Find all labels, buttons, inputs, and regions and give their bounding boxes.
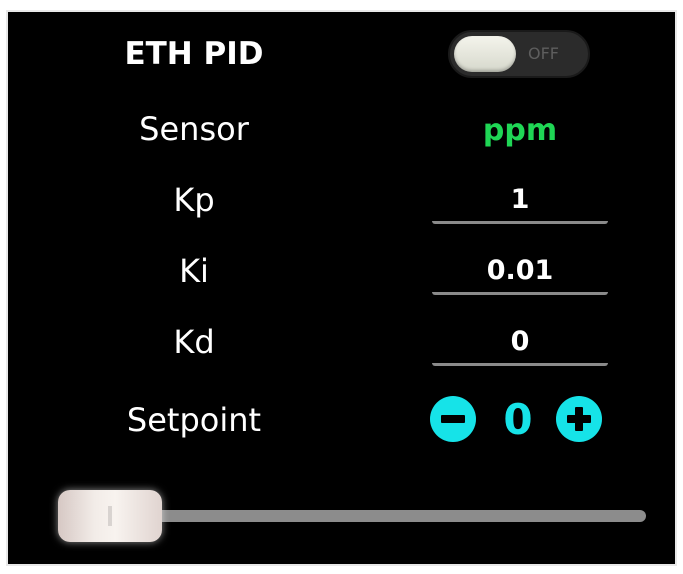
sensor-unit-value: ppm (482, 113, 558, 148)
sensor-label: Sensor (139, 110, 249, 148)
setpoint-stepper: 0 (428, 394, 610, 446)
minus-circle-icon[interactable] (430, 396, 476, 442)
ki-input[interactable]: 0.01 (432, 251, 608, 295)
setpoint-slider-handle[interactable] (58, 490, 162, 542)
plus-circle-icon[interactable] (556, 396, 602, 442)
eth-pid-panel: ETH PID OFF Sensor ppm Kp 1 Ki 0.01 Kd 0… (6, 10, 677, 566)
kp-value: 1 (510, 184, 530, 215)
kp-label: Kp (173, 181, 215, 219)
enable-toggle[interactable]: OFF (448, 30, 590, 78)
toggle-knob (454, 36, 516, 72)
ki-label: Ki (179, 252, 209, 290)
kd-label: Kd (173, 323, 215, 361)
setpoint-label: Setpoint (126, 401, 262, 439)
kd-value: 0 (510, 326, 530, 357)
kp-input[interactable]: 1 (432, 180, 608, 224)
setpoint-value: 0 (503, 395, 533, 444)
panel-title: ETH PID (124, 36, 264, 72)
ki-value: 0.01 (486, 255, 554, 286)
kd-input[interactable]: 0 (432, 322, 608, 366)
toggle-state-label: OFF (528, 44, 559, 63)
